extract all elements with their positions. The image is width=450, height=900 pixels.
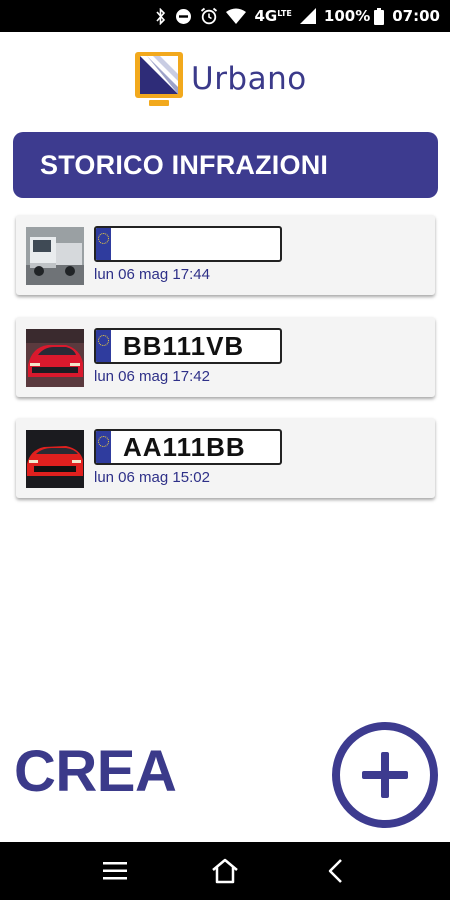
network-text: 4G xyxy=(254,7,278,25)
license-plate xyxy=(94,226,282,262)
home-icon xyxy=(212,858,238,884)
car-image xyxy=(26,329,84,387)
infraction-card[interactable]: lun 06 mag 17:44 xyxy=(16,215,435,295)
status-bar: 4G LTE 100% 07:00 xyxy=(0,0,450,32)
infraction-date: lun 06 mag 15:02 xyxy=(94,469,210,486)
header-banner: STORICO INFRAZIONI xyxy=(13,132,438,198)
vehicle-thumbnail xyxy=(26,430,84,488)
system-nav-bar xyxy=(0,842,450,900)
network-sup: LTE xyxy=(277,9,292,18)
eu-flag-icon xyxy=(96,431,111,463)
infraction-date: lun 06 mag 17:44 xyxy=(94,266,210,283)
truck-image xyxy=(26,227,84,285)
home-button[interactable] xyxy=(205,851,245,891)
plus-icon xyxy=(362,752,408,798)
do-not-disturb-icon xyxy=(175,8,192,25)
network-indicator: 4G LTE xyxy=(254,7,291,25)
car-image xyxy=(26,430,84,488)
license-plate: AA111BB xyxy=(94,429,282,465)
license-plate: BB111VB xyxy=(94,328,282,364)
page-title: STORICO INFRAZIONI xyxy=(40,149,329,180)
menu-icon xyxy=(103,862,127,880)
infraction-card[interactable]: AA111BB lun 06 mag 15:02 xyxy=(16,418,435,498)
alarm-icon xyxy=(200,7,218,25)
plate-number: BB111VB xyxy=(123,331,245,361)
add-infraction-button[interactable] xyxy=(332,722,438,828)
logo-text: Urbano xyxy=(191,61,307,97)
eu-flag-icon xyxy=(96,228,111,260)
plate-number: AA111BB xyxy=(123,432,246,462)
vehicle-thumbnail xyxy=(26,329,84,387)
create-label[interactable]: CREA xyxy=(14,738,177,805)
clock-text: 07:00 xyxy=(392,7,440,25)
menu-button[interactable] xyxy=(95,851,135,891)
infraction-card[interactable]: BB111VB lun 06 mag 17:42 xyxy=(16,317,435,397)
eu-flag-icon xyxy=(96,330,111,362)
wifi-icon xyxy=(226,8,247,24)
back-icon xyxy=(328,859,342,883)
infraction-date: lun 06 mag 17:42 xyxy=(94,368,210,385)
battery-text: 100% xyxy=(323,7,371,25)
cell-signal-icon xyxy=(299,8,316,24)
app-screen: 4G LTE 100% 07:00 Urbano STORICO INFRAZI… xyxy=(0,0,450,900)
app-logo: Urbano xyxy=(133,50,307,108)
logo-mark-icon xyxy=(133,50,185,108)
vehicle-thumbnail xyxy=(26,227,84,285)
battery-icon xyxy=(374,7,385,25)
bluetooth-icon xyxy=(155,7,167,25)
back-button[interactable] xyxy=(315,851,355,891)
